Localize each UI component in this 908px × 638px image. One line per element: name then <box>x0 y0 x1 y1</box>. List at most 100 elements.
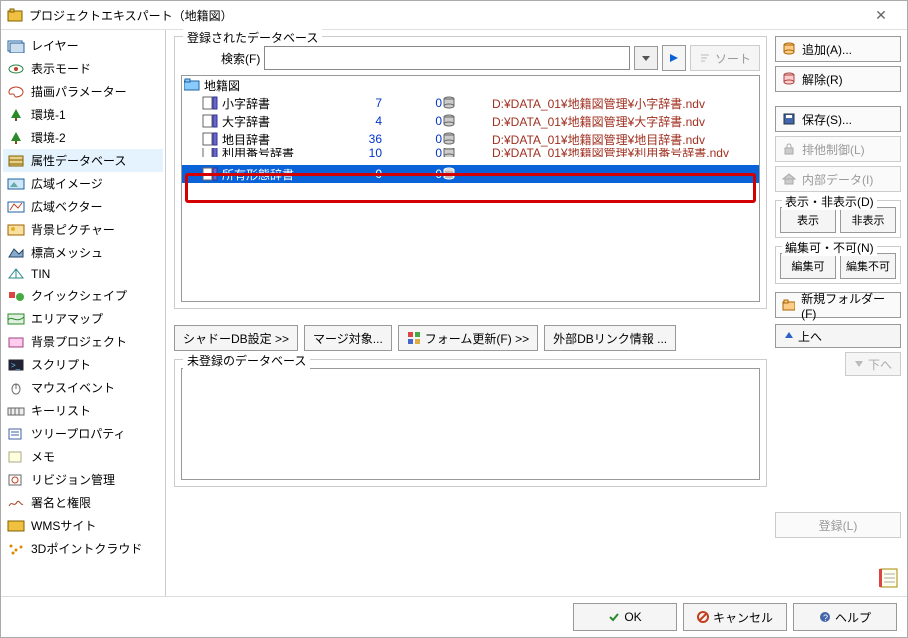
db-cyl-icon <box>442 114 482 128</box>
notebook-icon[interactable] <box>877 566 901 590</box>
tree-row[interactable]: 利用番号辞書100 D:¥DATA_01¥地籍図管理¥利用番号辞書.ndv <box>182 148 759 157</box>
sidebar-item-mouse-event[interactable]: マウスイベント <box>3 376 163 399</box>
sidebar-item-3d-pointcloud[interactable]: 3Dポイントクラウド <box>3 537 163 560</box>
internal-data-button[interactable]: 内部データ(I) <box>775 166 901 192</box>
signature-icon <box>7 496 25 510</box>
sidebar-item-wms[interactable]: WMSサイト <box>3 514 163 537</box>
dictionary-icon <box>202 114 218 128</box>
exclusive-button[interactable]: 排他制御(L) <box>775 136 901 162</box>
move-down-button[interactable]: 下へ <box>845 352 901 376</box>
sidebar-item-env2[interactable]: 環境-2 <box>3 126 163 149</box>
sidebar-item-label: ツリープロパティ <box>31 425 126 442</box>
dict-path: D:¥DATA_01¥地籍図管理¥利用番号辞書.ndv <box>482 148 729 157</box>
pointcloud-icon <box>7 542 25 556</box>
sidebar-item-display-mode[interactable]: 表示モード <box>3 57 163 80</box>
remove-button[interactable]: 解除(R) <box>775 66 901 92</box>
sidebar-item-label: リビジョン管理 <box>31 471 115 488</box>
sidebar-item-memo[interactable]: メモ <box>3 445 163 468</box>
merge-target-button[interactable]: マージ対象... <box>304 325 392 351</box>
dict-v2: 0 <box>382 167 442 181</box>
tree-root[interactable]: 地籍図 <box>182 76 759 94</box>
registered-db-group: 登録されたデータベース 検索(F) ソート 地籍図 小字辞書70D:¥DA <box>174 36 767 309</box>
unregistered-list[interactable] <box>181 368 760 480</box>
sidebar-item-elevation-mesh[interactable]: 標高メッシュ <box>3 241 163 264</box>
search-row: 検索(F) ソート <box>181 45 760 71</box>
sort-button[interactable]: ソート <box>690 45 760 71</box>
hide-button[interactable]: 非表示 <box>840 207 896 233</box>
eye-icon <box>7 62 25 76</box>
sidebar-item-layer[interactable]: レイヤー <box>3 34 163 57</box>
tree-row[interactable]: 小字辞書70D:¥DATA_01¥地籍図管理¥小字辞書.ndv <box>182 94 759 112</box>
db-tree[interactable]: 地籍図 小字辞書70D:¥DATA_01¥地籍図管理¥小字辞書.ndv 大字辞書… <box>181 75 760 302</box>
footer: OK キャンセル ?ヘルプ <box>1 596 907 637</box>
dict-v1: 0 <box>322 167 382 181</box>
tree-icon <box>7 108 25 122</box>
dict-name: 大字辞書 <box>218 113 322 130</box>
sidebar-item-env1[interactable]: 環境-1 <box>3 103 163 126</box>
sidebar-item-areamap[interactable]: エリアマップ <box>3 307 163 330</box>
register-button[interactable]: 登録(L) <box>775 512 901 538</box>
dict-v1: 7 <box>322 96 382 110</box>
sidebar-item-label: 標高メッシュ <box>31 244 103 261</box>
sidebar-item-bg-picture[interactable]: 背景ピクチャー <box>3 218 163 241</box>
dictionary-icon <box>202 148 218 157</box>
app-icon <box>7 7 23 23</box>
show-button[interactable]: 表示 <box>780 207 836 233</box>
sidebar-item-label: 広域ベクター <box>31 198 103 215</box>
arrow-up-icon <box>784 331 794 341</box>
editable-button[interactable]: 編集可 <box>780 253 836 279</box>
sidebar-item-quickshape[interactable]: クイックシェイプ <box>3 284 163 307</box>
sidebar-item-wide-vector[interactable]: 広域ベクター <box>3 195 163 218</box>
sidebar-item-bg-project[interactable]: 背景プロジェクト <box>3 330 163 353</box>
window-title: プロジェクトエキスパート（地籍図） <box>29 7 861 24</box>
shadow-db-button[interactable]: シャドーDB設定 >> <box>174 325 298 351</box>
sort-label: ソート <box>715 50 751 67</box>
search-dropdown[interactable] <box>634 46 658 70</box>
close-button[interactable]: ✕ <box>861 7 901 24</box>
tree-row[interactable]: 大字辞書40D:¥DATA_01¥地籍図管理¥大字辞書.ndv <box>182 112 759 130</box>
sidebar-item-attribute-db[interactable]: 属性データベース <box>3 149 163 172</box>
add-button[interactable]: 追加(A)... <box>775 36 901 62</box>
folder-icon <box>782 298 795 312</box>
db-icon <box>7 154 25 168</box>
search-go-button[interactable] <box>662 45 686 71</box>
dict-v2: 0 <box>382 132 442 146</box>
tree-root-label: 地籍図 <box>200 77 240 94</box>
dict-v1: 10 <box>322 148 382 157</box>
sidebar-item-label: 3Dポイントクラウド <box>31 540 142 557</box>
readonly-button[interactable]: 編集不可 <box>840 253 896 279</box>
search-input[interactable] <box>264 46 630 70</box>
db-cyl-icon <box>442 148 482 157</box>
sidebar-item-draw-param[interactable]: 描画パラメーター <box>3 80 163 103</box>
memo-icon <box>7 450 25 464</box>
sidebar-item-script[interactable]: >_スクリプト <box>3 353 163 376</box>
sidebar-item-label: 描画パラメーター <box>31 83 127 100</box>
sidebar-item-tin[interactable]: TIN <box>3 264 163 284</box>
save-button[interactable]: 保存(S)... <box>775 106 901 132</box>
ext-db-link-button[interactable]: 外部DBリンク情報 ... <box>544 325 676 351</box>
sidebar-item-label: 広域イメージ <box>31 175 103 192</box>
help-button[interactable]: ?ヘルプ <box>793 603 897 631</box>
sidebar-item-revision[interactable]: リビジョン管理 <box>3 468 163 491</box>
dict-v2: 0 <box>382 148 442 157</box>
visibility-legend: 表示・非表示(D) <box>782 193 877 210</box>
move-up-button[interactable]: 上へ <box>775 324 901 348</box>
db-cyl-icon <box>442 96 482 110</box>
arrow-down-icon <box>854 359 864 369</box>
sidebar-item-keylist[interactable]: キーリスト <box>3 399 163 422</box>
cancel-button[interactable]: キャンセル <box>683 603 787 631</box>
new-folder-button[interactable]: 新規フォルダー(F) <box>775 292 901 318</box>
main: 登録されたデータベース 検索(F) ソート 地籍図 小字辞書70D:¥DA <box>166 30 907 596</box>
ok-button[interactable]: OK <box>573 603 677 631</box>
visibility-group: 表示・非表示(D) 表示 非表示 <box>775 200 901 238</box>
dict-path: D:¥DATA_01¥地籍図管理¥小字辞書.ndv <box>482 95 705 112</box>
form-update-button[interactable]: フォーム更新(F) >> <box>398 325 538 351</box>
dict-v1: 36 <box>322 132 382 146</box>
dict-name: 利用番号辞書 <box>218 148 322 157</box>
sidebar-item-wide-image[interactable]: 広域イメージ <box>3 172 163 195</box>
right-panel: 追加(A)... 解除(R) 保存(S)... 排他制御(L) 内部データ(I)… <box>771 30 907 596</box>
tree-row[interactable]: 地目辞書360D:¥DATA_01¥地籍図管理¥地目辞書.ndv <box>182 130 759 148</box>
sidebar-item-tree-property[interactable]: ツリープロパティ <box>3 422 163 445</box>
sidebar-item-signature[interactable]: 署名と権限 <box>3 491 163 514</box>
tree-row-selected[interactable]: 所有形態辞書00 <box>182 165 759 183</box>
